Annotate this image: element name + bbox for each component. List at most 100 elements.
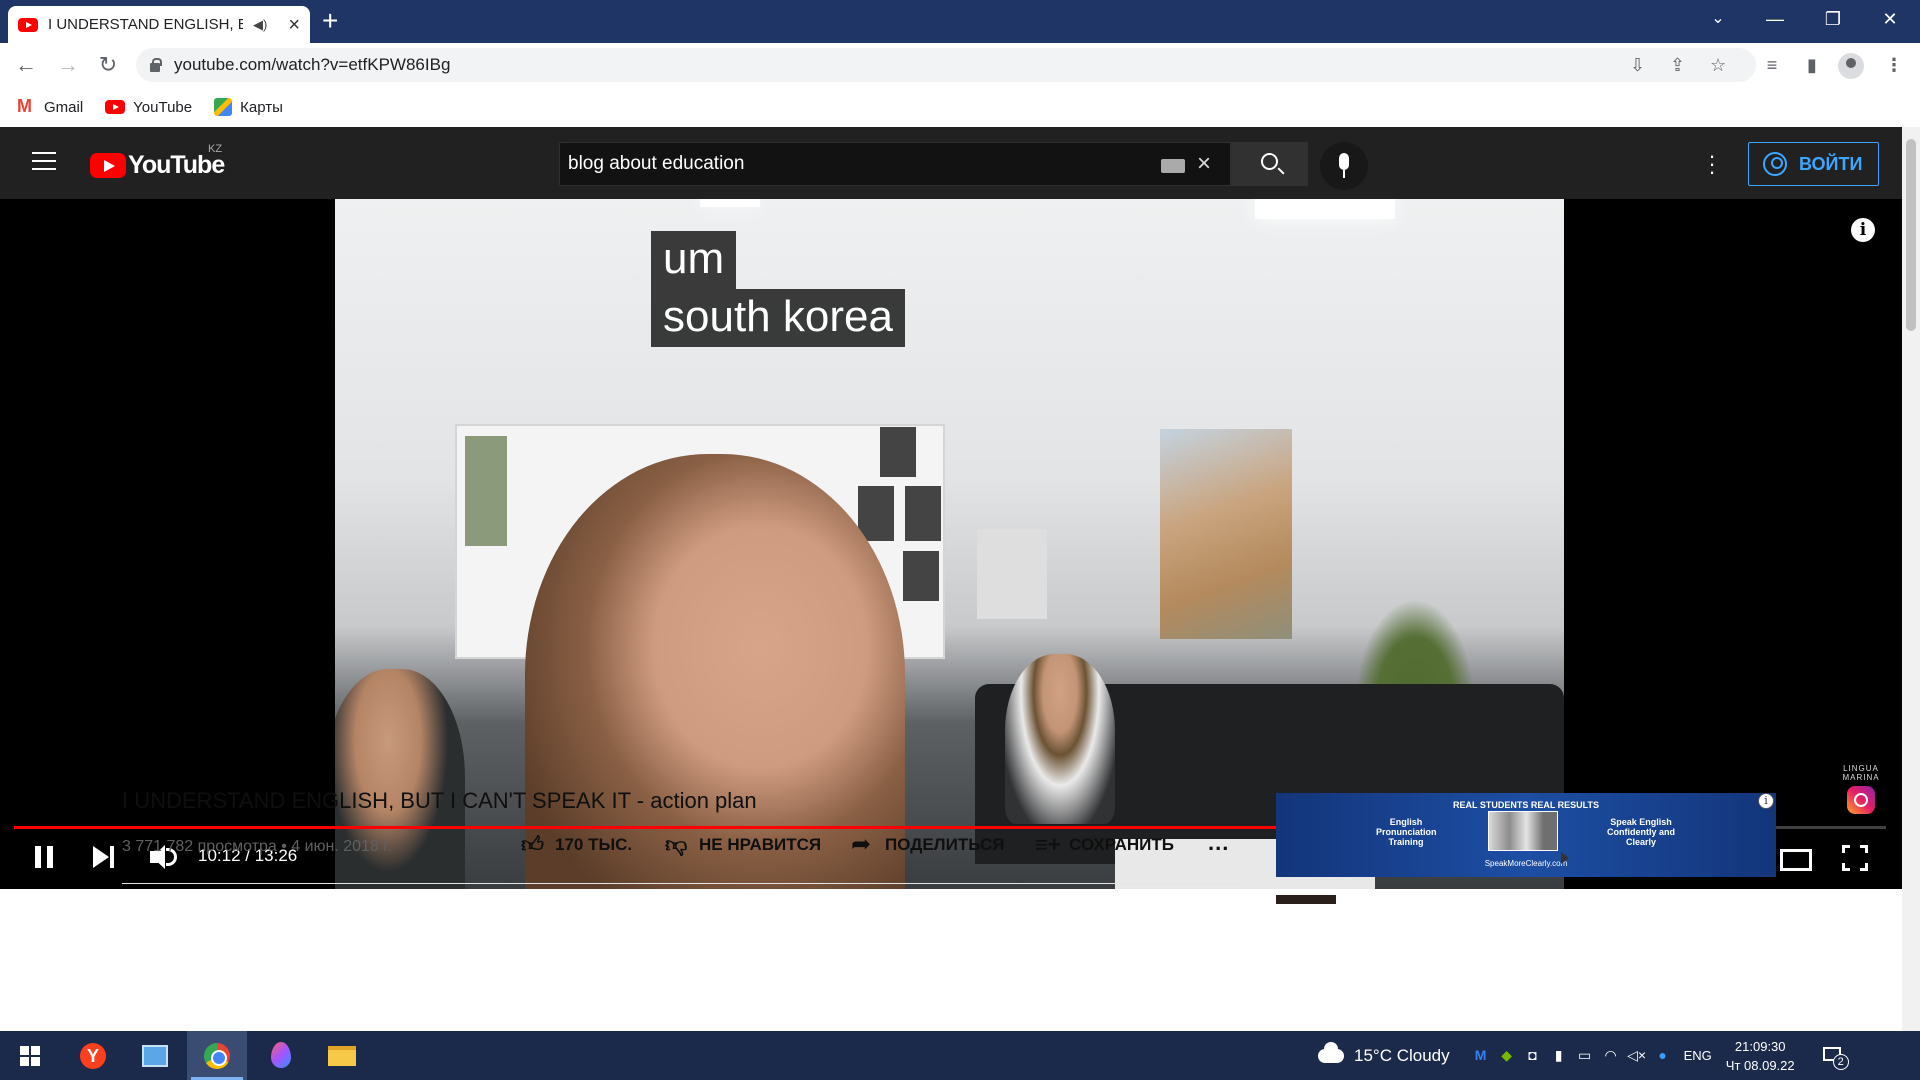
page-scrollbar[interactable] xyxy=(1902,127,1920,1031)
next-video-button[interactable] xyxy=(90,833,120,881)
share-arrow-icon: ➦ xyxy=(851,831,872,858)
speaker-muted-icon[interactable]: ◁× xyxy=(1624,1031,1650,1080)
wall-painting xyxy=(1160,429,1292,639)
camera-icon[interactable]: ◘ xyxy=(1520,1031,1546,1080)
minimize-button[interactable]: — xyxy=(1755,4,1795,34)
tab-search-button[interactable]: ⌄ xyxy=(1698,4,1738,34)
system-tray: 15°C Cloudy M ◆ ◘ ▮ ▭ ◠ ◁× ● ENG 21:09:3… xyxy=(1318,1031,1849,1080)
speaker-icon[interactable]: ◀) xyxy=(253,17,267,33)
m-app-tray-icon[interactable]: M xyxy=(1468,1031,1494,1080)
media-controls-icon[interactable]: ≡ xyxy=(1756,49,1788,81)
weather-text: 15°C Cloudy xyxy=(1354,1045,1450,1065)
menu-icon[interactable] xyxy=(32,152,56,172)
weather-widget[interactable]: 15°C Cloudy xyxy=(1318,1041,1450,1066)
youtube-logo[interactable]: YouTube KZ xyxy=(90,143,225,180)
fullscreen-button[interactable] xyxy=(1842,833,1870,881)
settings-menu-icon[interactable]: · · · xyxy=(1707,145,1717,183)
bookmark-label: Gmail xyxy=(44,98,84,116)
share-label: ПОДЕЛИТЬСЯ xyxy=(885,835,1005,854)
channel-watermark[interactable]: LINGUA MARINA xyxy=(1840,764,1882,814)
thumb-down-icon: 👎︎ xyxy=(665,832,688,857)
new-tab-button[interactable]: + xyxy=(322,6,338,36)
ceiling-light xyxy=(700,199,760,207)
ad-photos xyxy=(1488,811,1558,851)
yandex-browser-icon[interactable]: Y xyxy=(63,1031,123,1080)
bookmark-maps[interactable]: Карты xyxy=(214,98,283,116)
notifications-button[interactable]: 2 xyxy=(1819,1041,1849,1071)
ad-info-icon[interactable]: i xyxy=(1758,793,1774,809)
share-icon[interactable]: ⇪ xyxy=(1670,48,1685,82)
theater-mode-button[interactable] xyxy=(1780,833,1812,881)
recommended-video-thumbnail[interactable] xyxy=(1276,895,1336,904)
bookmark-label: YouTube xyxy=(133,98,193,116)
search-icon xyxy=(1261,153,1278,170)
save-button[interactable]: ≡+ СОХРАНИТЬ xyxy=(1035,827,1174,863)
lock-icon[interactable] xyxy=(150,57,162,72)
presenter xyxy=(525,454,905,889)
video-frame[interactable] xyxy=(335,199,1564,889)
chrome-menu-icon[interactable]: ⋮ xyxy=(1878,49,1910,81)
playlist-add-icon: ≡+ xyxy=(1035,832,1061,857)
clock-date: Чт 08.09.22 xyxy=(1725,1057,1795,1073)
bookmark-star-icon[interactable]: ☆ xyxy=(1710,48,1726,82)
clock-time: 21:09:30 xyxy=(1734,1038,1786,1054)
video-player[interactable]: um south korea i LINGUA MARINA 10:12 / 1… xyxy=(0,199,1902,889)
clear-search-icon[interactable]: × xyxy=(1197,150,1211,178)
nvidia-icon[interactable]: ◆ xyxy=(1494,1031,1520,1080)
search-query[interactable]: blog about education xyxy=(568,153,744,175)
ceiling-light xyxy=(1255,199,1395,219)
bookmark-youtube[interactable]: YouTube xyxy=(105,99,192,116)
scrollbar-thumb[interactable] xyxy=(1906,139,1916,331)
bookmark-gmail[interactable]: Gmail xyxy=(16,96,84,117)
video-meta: 3 771 782 просмотра • 4 июн. 2018 г. xyxy=(122,838,392,855)
wall-poster xyxy=(905,486,941,541)
location-icon[interactable]: ● xyxy=(1650,1031,1676,1080)
wall-organizer xyxy=(977,529,1047,619)
drop-app-icon[interactable] xyxy=(250,1031,310,1080)
wall-poster xyxy=(858,486,894,541)
back-button[interactable]: ← xyxy=(10,49,42,81)
browser-tab-active[interactable]: I UNDERSTAND ENGLISH, BU ◀) × xyxy=(8,6,310,43)
install-app-icon[interactable]: ⇩ xyxy=(1630,48,1645,82)
caption-line: um xyxy=(651,231,737,289)
side-panel-icon[interactable]: ▮ xyxy=(1796,49,1828,81)
clock[interactable]: 21:09:30 Чт 08.09.22 xyxy=(1726,1037,1795,1075)
pause-button[interactable] xyxy=(30,833,60,881)
ad-headline: REAL STUDENTS REAL RESULTS xyxy=(1452,800,1599,810)
wifi-icon[interactable]: ◠ xyxy=(1598,1031,1624,1080)
dislike-button[interactable]: 👎︎ НЕ НРАВИТСЯ xyxy=(665,827,821,863)
instagram-icon xyxy=(1847,786,1875,814)
close-window-button[interactable]: ✕ xyxy=(1870,4,1910,34)
like-button[interactable]: 👍︎ 170 ТЫС. xyxy=(521,827,632,863)
keyboard-icon[interactable] xyxy=(1161,159,1185,173)
chrome-icon[interactable] xyxy=(187,1031,247,1080)
profile-avatar[interactable] xyxy=(1838,53,1864,79)
browser-tab-strip: I UNDERSTAND ENGLISH, BU ◀) × + ⌄ — ❐ ✕ xyxy=(0,0,1920,43)
start-button[interactable] xyxy=(0,1031,60,1080)
url-text[interactable]: youtube.com/watch?v=etfKPW86IBg xyxy=(174,55,450,75)
forward-button[interactable]: → xyxy=(52,49,84,81)
ad-banner[interactable]: REAL STUDENTS REAL RESULTS English Pronu… xyxy=(1276,793,1776,877)
search-input[interactable]: blog about education × xyxy=(559,142,1231,186)
address-bar[interactable]: youtube.com/watch?v=etfKPW86IBg ⇩ ⇪ ☆ xyxy=(136,48,1756,82)
language-indicator[interactable]: ENG xyxy=(1684,1048,1712,1063)
file-explorer-icon[interactable] xyxy=(311,1031,371,1080)
tab-close-icon[interactable]: × xyxy=(288,15,300,35)
sign-in-button[interactable]: ВОЙТИ xyxy=(1748,142,1879,186)
maps-icon xyxy=(214,98,233,116)
bookmarks-bar: Gmail YouTube Карты xyxy=(0,87,1920,127)
battery-icon[interactable]: ▭ xyxy=(1572,1031,1598,1080)
info-icon[interactable]: i xyxy=(1851,218,1875,242)
microphone-icon[interactable]: ▮ xyxy=(1546,1031,1572,1080)
explorer-window-icon[interactable] xyxy=(124,1031,184,1080)
divider xyxy=(122,883,1244,884)
search-button[interactable] xyxy=(1231,142,1308,186)
country-code: KZ xyxy=(208,143,223,155)
more-actions-button[interactable]: ... xyxy=(1208,830,1229,856)
cloud-icon xyxy=(1318,1041,1344,1063)
share-button[interactable]: ➦ ПОДЕЛИТЬСЯ xyxy=(851,827,1005,863)
tab-title: I UNDERSTAND ENGLISH, BU xyxy=(48,16,243,33)
restore-button[interactable]: ❐ xyxy=(1813,4,1853,34)
voice-search-button[interactable] xyxy=(1320,142,1368,190)
reload-button[interactable]: ↻ xyxy=(92,49,124,81)
